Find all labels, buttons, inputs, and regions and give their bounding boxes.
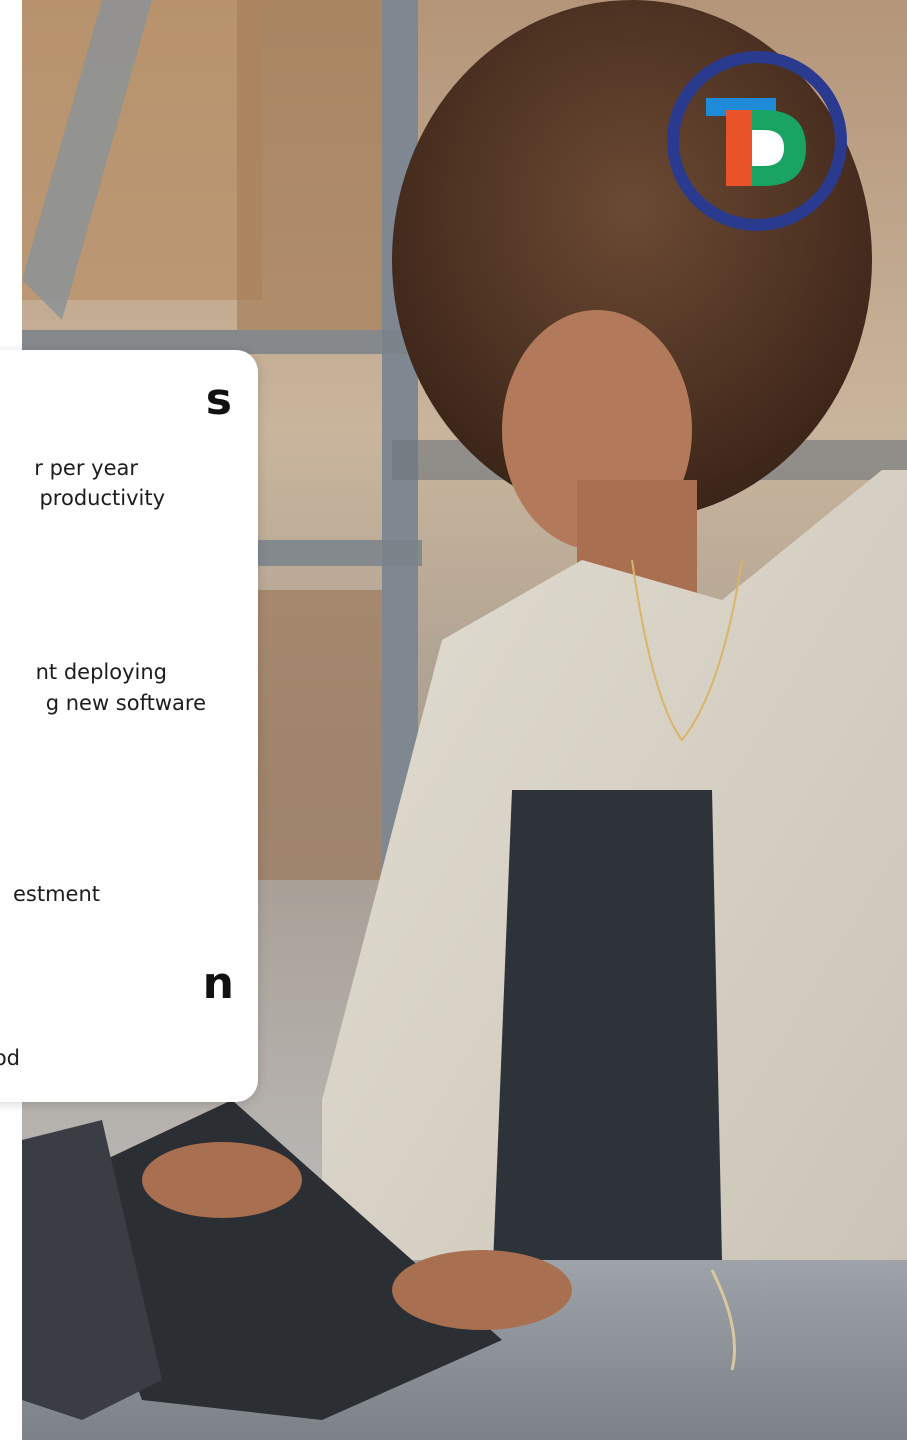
slide: s r per year productivity nt deploying g… [0, 0, 907, 1440]
stats-card: s r per year productivity nt deploying g… [0, 350, 258, 1102]
stat-1-heading: s [205, 374, 232, 425]
stat-4-heading: n [202, 958, 234, 1009]
stat-1-line-2: productivity [39, 486, 165, 510]
stat-4-line-1: od [0, 1046, 20, 1070]
stat-3-line-1: estment [12, 882, 100, 906]
stat-1-line-1: r per year [34, 456, 138, 480]
company-logo [664, 48, 850, 234]
company-logo-icon [667, 51, 847, 231]
stat-2-line-1: nt deploying [35, 660, 167, 684]
stats-card-content: s r per year productivity nt deploying g… [0, 350, 258, 1102]
stat-2-line-2: g new software [45, 691, 206, 715]
